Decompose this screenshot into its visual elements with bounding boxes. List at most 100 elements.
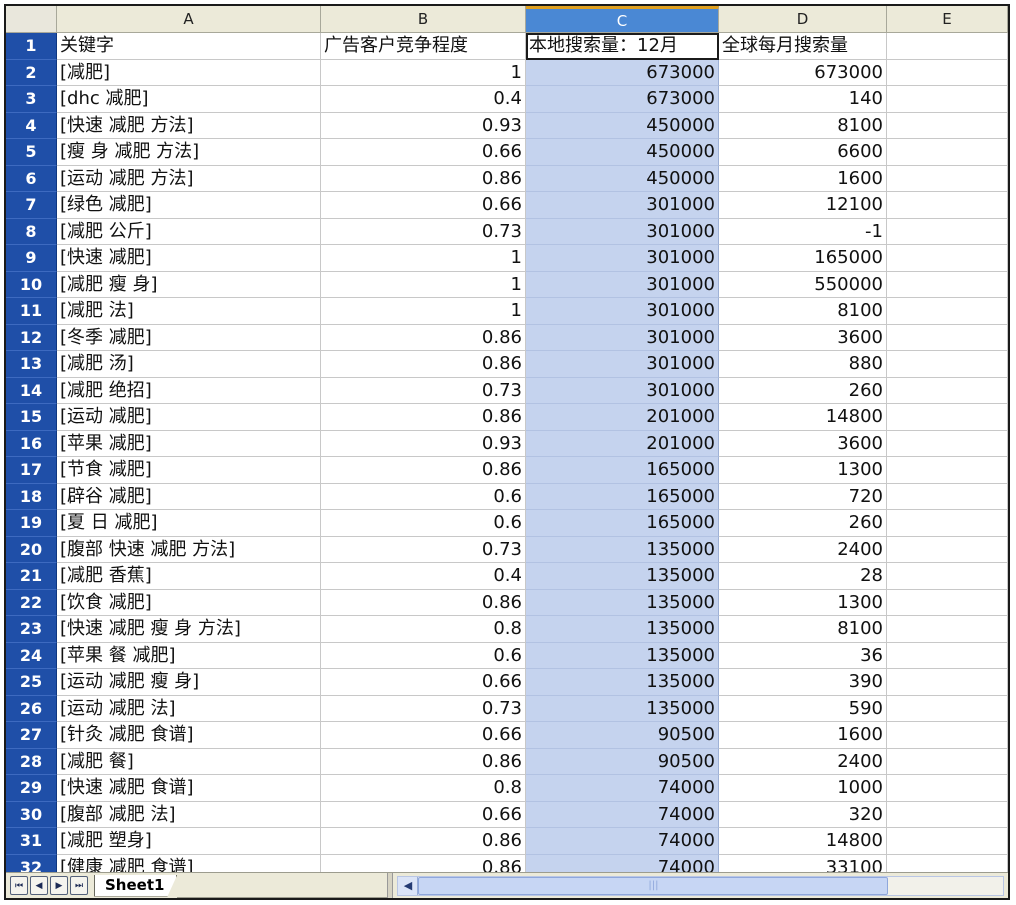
cell-D24[interactable]: 36 [719, 642, 887, 669]
row-header[interactable]: 21 [6, 563, 57, 590]
next-sheet-button[interactable]: ▶ [50, 876, 68, 895]
cell-D1[interactable]: 全球每月搜索量 [719, 33, 887, 60]
cell-B11[interactable]: 1 [321, 298, 526, 325]
row-header[interactable]: 23 [6, 616, 57, 643]
cell-C3[interactable]: 673000 [526, 86, 719, 113]
cell-A16[interactable]: [苹果 减肥] [57, 430, 321, 457]
cell-E16[interactable] [887, 430, 1008, 457]
cell-B25[interactable]: 0.66 [321, 669, 526, 696]
cell-E18[interactable] [887, 483, 1008, 510]
cell-D15[interactable]: 14800 [719, 404, 887, 431]
row-header[interactable]: 3 [6, 86, 57, 113]
row-header[interactable]: 28 [6, 748, 57, 775]
cell-A9[interactable]: [快速 减肥] [57, 245, 321, 272]
cell-B7[interactable]: 0.66 [321, 192, 526, 219]
cell-A17[interactable]: [节食 减肥] [57, 457, 321, 484]
cell-A28[interactable]: [减肥 餐] [57, 748, 321, 775]
scroll-thumb[interactable]: ||| [418, 876, 889, 895]
cell-C23[interactable]: 135000 [526, 616, 719, 643]
cell-D18[interactable]: 720 [719, 483, 887, 510]
cell-B27[interactable]: 0.66 [321, 722, 526, 749]
tab-split-handle[interactable] [387, 873, 394, 898]
cell-E15[interactable] [887, 404, 1008, 431]
cell-D21[interactable]: 28 [719, 563, 887, 590]
cell-E29[interactable] [887, 775, 1008, 802]
cell-C1[interactable]: 本地搜索量：12月 [526, 33, 719, 60]
cell-D12[interactable]: 3600 [719, 324, 887, 351]
prev-sheet-button[interactable]: ◀ [30, 876, 48, 895]
cell-C29[interactable]: 74000 [526, 775, 719, 802]
select-all-corner[interactable] [6, 6, 57, 33]
cell-E17[interactable] [887, 457, 1008, 484]
row-header[interactable]: 18 [6, 483, 57, 510]
horizontal-scrollbar[interactable]: ◀ ||| [397, 875, 1004, 896]
column-header-a[interactable]: A [57, 6, 321, 33]
cell-C11[interactable]: 301000 [526, 298, 719, 325]
cell-C7[interactable]: 301000 [526, 192, 719, 219]
cell-B12[interactable]: 0.86 [321, 324, 526, 351]
row-header[interactable]: 11 [6, 298, 57, 325]
cell-E2[interactable] [887, 59, 1008, 86]
cell-C18[interactable]: 165000 [526, 483, 719, 510]
cell-E12[interactable] [887, 324, 1008, 351]
cell-D3[interactable]: 140 [719, 86, 887, 113]
row-header[interactable]: 17 [6, 457, 57, 484]
row-header[interactable]: 19 [6, 510, 57, 537]
cell-D31[interactable]: 14800 [719, 828, 887, 855]
cell-A1[interactable]: 关键字 [57, 33, 321, 60]
cell-E20[interactable] [887, 536, 1008, 563]
cell-C5[interactable]: 450000 [526, 139, 719, 166]
cell-D29[interactable]: 1000 [719, 775, 887, 802]
cell-C10[interactable]: 301000 [526, 271, 719, 298]
row-header[interactable]: 16 [6, 430, 57, 457]
cell-B9[interactable]: 1 [321, 245, 526, 272]
cell-B28[interactable]: 0.86 [321, 748, 526, 775]
cell-D6[interactable]: 1600 [719, 165, 887, 192]
cell-C21[interactable]: 135000 [526, 563, 719, 590]
row-header[interactable]: 4 [6, 112, 57, 139]
cell-E21[interactable] [887, 563, 1008, 590]
column-header-b[interactable]: B [321, 6, 526, 33]
cell-C27[interactable]: 90500 [526, 722, 719, 749]
cell-C9[interactable]: 301000 [526, 245, 719, 272]
cell-A19[interactable]: [夏 日 减肥] [57, 510, 321, 537]
cell-D32[interactable]: 33100 [719, 854, 887, 872]
row-header[interactable]: 29 [6, 775, 57, 802]
cell-A22[interactable]: [饮食 减肥] [57, 589, 321, 616]
cell-C12[interactable]: 301000 [526, 324, 719, 351]
cell-D17[interactable]: 1300 [719, 457, 887, 484]
cell-D25[interactable]: 390 [719, 669, 887, 696]
cell-E8[interactable] [887, 218, 1008, 245]
cell-E25[interactable] [887, 669, 1008, 696]
cell-B23[interactable]: 0.8 [321, 616, 526, 643]
cell-B13[interactable]: 0.86 [321, 351, 526, 378]
cell-A32[interactable]: [健康 减肥 食谱] [57, 854, 321, 872]
cell-A25[interactable]: [运动 减肥 瘦 身] [57, 669, 321, 696]
column-header-e[interactable]: E [887, 6, 1008, 33]
cell-E27[interactable] [887, 722, 1008, 749]
cell-B22[interactable]: 0.86 [321, 589, 526, 616]
cell-B6[interactable]: 0.86 [321, 165, 526, 192]
cell-B2[interactable]: 1 [321, 59, 526, 86]
cell-A3[interactable]: [dhc 减肥] [57, 86, 321, 113]
cell-B21[interactable]: 0.4 [321, 563, 526, 590]
cell-E6[interactable] [887, 165, 1008, 192]
cell-D26[interactable]: 590 [719, 695, 887, 722]
cell-C17[interactable]: 165000 [526, 457, 719, 484]
cell-E19[interactable] [887, 510, 1008, 537]
cell-B17[interactable]: 0.86 [321, 457, 526, 484]
row-header[interactable]: 25 [6, 669, 57, 696]
first-sheet-button[interactable]: ⏮ [10, 876, 28, 895]
row-header[interactable]: 6 [6, 165, 57, 192]
cell-B32[interactable]: 0.86 [321, 854, 526, 872]
cell-E31[interactable] [887, 828, 1008, 855]
cell-A31[interactable]: [减肥 塑身] [57, 828, 321, 855]
row-header[interactable]: 13 [6, 351, 57, 378]
row-header[interactable]: 12 [6, 324, 57, 351]
cell-C6[interactable]: 450000 [526, 165, 719, 192]
cell-B20[interactable]: 0.73 [321, 536, 526, 563]
cell-A27[interactable]: [针灸 减肥 食谱] [57, 722, 321, 749]
row-header[interactable]: 15 [6, 404, 57, 431]
cell-D28[interactable]: 2400 [719, 748, 887, 775]
cell-E10[interactable] [887, 271, 1008, 298]
